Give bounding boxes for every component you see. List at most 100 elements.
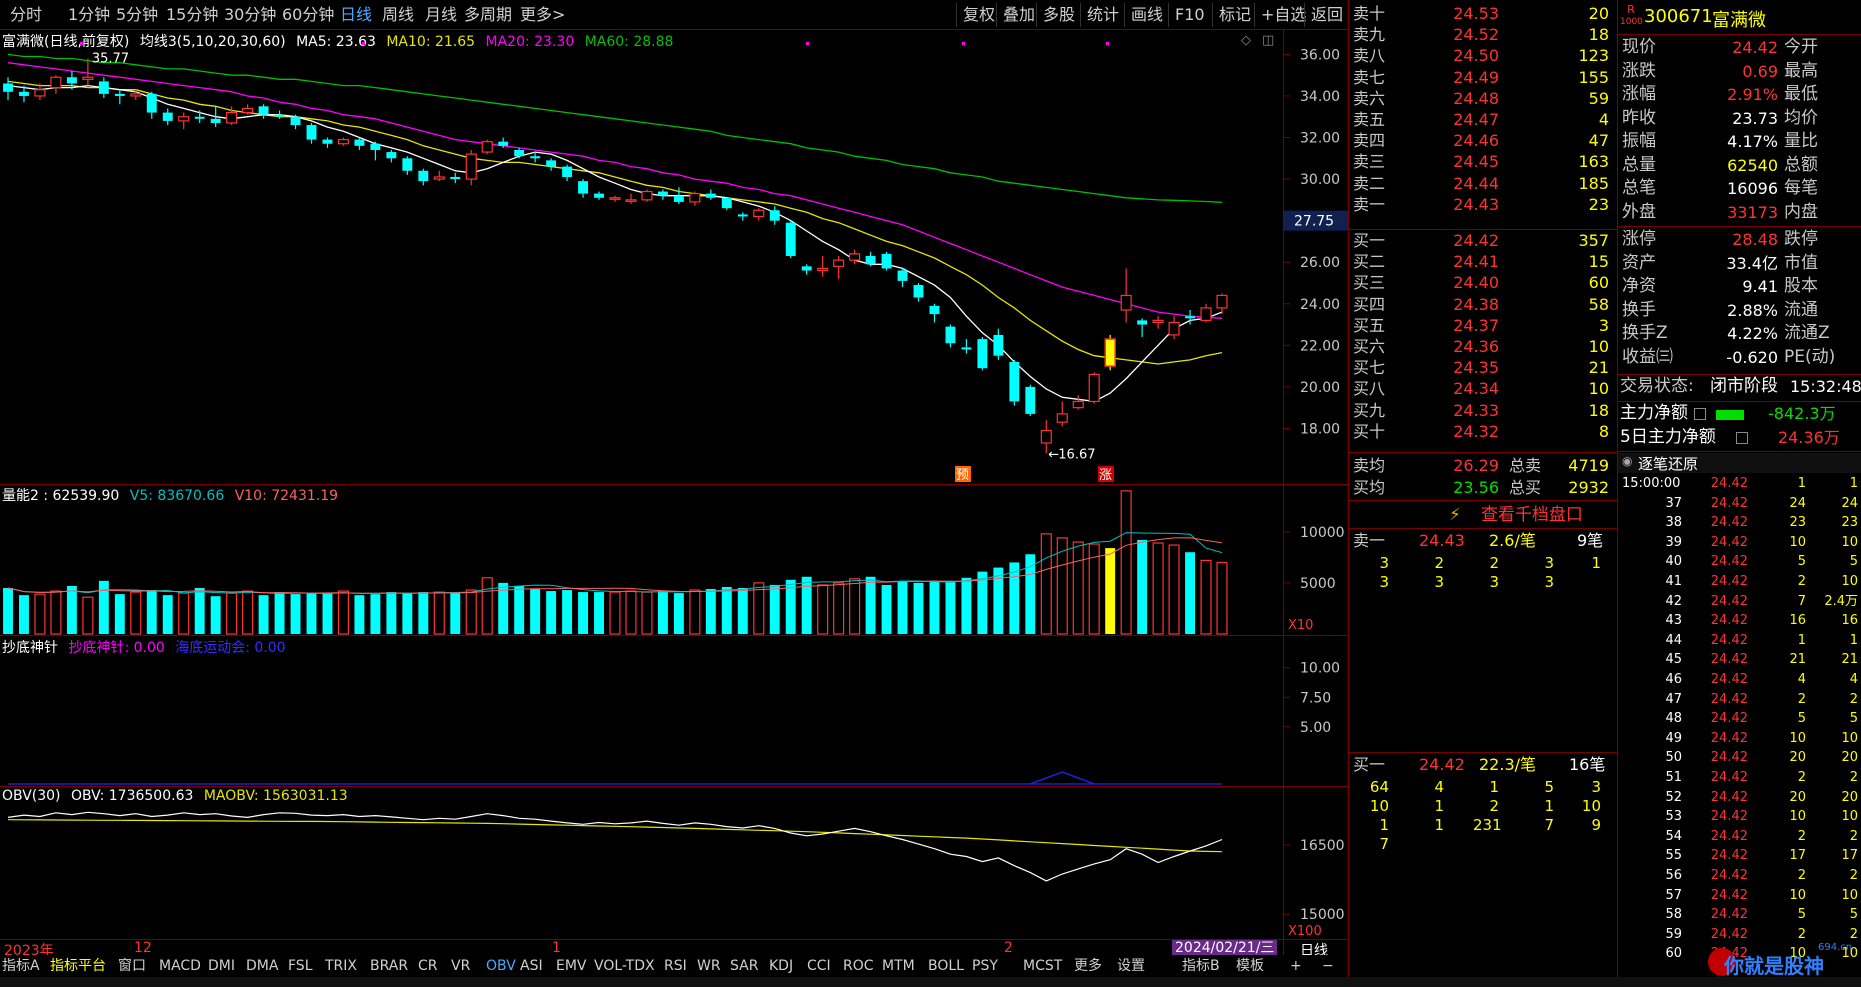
volume-chart[interactable]: 10000 5000 X10 <box>0 484 1348 635</box>
volume-bar <box>1216 561 1228 635</box>
candlestick-chart[interactable]: 36.0034.0032.0030.0028.0026.0024.0022.00… <box>0 30 1348 484</box>
ticks-header[interactable]: ◉ 逐笔还原 <box>1618 453 1861 473</box>
ask-row[interactable]: 卖三 24.45 163 <box>1349 151 1615 172</box>
bid-row[interactable]: 买四 24.38 58 <box>1349 294 1615 315</box>
tick-row: 54 24.42 2 2 <box>1618 827 1861 846</box>
chaodi-chart[interactable]: 10.00 7.50 5.00 <box>0 636 1348 786</box>
indicator-tab[interactable]: CR <box>418 957 438 975</box>
ask-row[interactable]: 卖七 24.49 155 <box>1349 67 1615 88</box>
indicator-tab[interactable]: DMA <box>246 957 278 975</box>
candle-body <box>673 195 684 202</box>
indicator-tab[interactable]: VR <box>451 957 470 975</box>
queue-cell: 7 <box>1379 835 1389 853</box>
indicator-tab-right[interactable]: 模板 <box>1236 957 1264 975</box>
tick-volume: 17 <box>1789 848 1806 864</box>
ask-row[interactable]: 卖一 24.43 23 <box>1349 194 1615 215</box>
bid-row[interactable]: 买七 24.35 21 <box>1349 357 1615 378</box>
ask-row[interactable]: 卖二 24.44 185 <box>1349 173 1615 194</box>
indicator-tab[interactable]: TRIX <box>325 957 357 975</box>
stock-name: 富满微 <box>1712 10 1766 31</box>
indicator-tab[interactable]: FSL <box>288 957 313 975</box>
back-button[interactable]: 返回 <box>1304 3 1349 27</box>
period-tab-monthly[interactable]: 月线 <box>425 4 457 26</box>
bid-row[interactable]: 买八 24.34 10 <box>1349 378 1615 399</box>
candle-body <box>50 76 62 89</box>
info-box-icon[interactable] <box>1694 408 1706 420</box>
indicator-tab[interactable]: KDJ <box>769 957 793 975</box>
bid-row[interactable]: 买六 24.36 10 <box>1349 336 1615 357</box>
indicator-tab-right[interactable]: − <box>1322 957 1334 975</box>
ask-row[interactable]: 卖八 24.50 123 <box>1349 45 1615 66</box>
ask-row[interactable]: 卖五 24.47 4 <box>1349 109 1615 130</box>
period-tab-daily[interactable]: 日线 <box>340 4 372 26</box>
indicator-tab[interactable]: EMV <box>556 957 587 975</box>
indicator-tab[interactable]: WR <box>697 957 721 975</box>
indicator-tab[interactable]: OBV <box>486 957 516 975</box>
indicator-tab[interactable]: 更多 <box>1074 957 1102 975</box>
mark-button[interactable]: 标记 <box>1212 3 1257 27</box>
indicator-tab[interactable]: MACD <box>159 957 201 975</box>
statistics-button[interactable]: 统计 <box>1080 3 1125 27</box>
indicator-tab[interactable]: RSI <box>664 957 687 975</box>
period-tab-30min[interactable]: 30分钟 <box>224 4 276 26</box>
avg-sell-row: 卖均 26.29 总卖 4719 <box>1349 455 1615 476</box>
view-1000-depth-link[interactable]: ⚡ 查看千档盘口 <box>1449 503 1583 527</box>
indicator-tab[interactable]: DMI <box>208 957 235 975</box>
overlay-button[interactable]: 叠加 <box>996 3 1041 27</box>
tick-row: 43 24.42 16 16 <box>1618 611 1861 630</box>
bid-row[interactable]: 买十 24.32 8 <box>1349 421 1615 442</box>
volume-bar <box>641 591 653 635</box>
indicator-tab[interactable]: ROC <box>843 957 874 975</box>
collapse-icon[interactable]: ◉ <box>1622 454 1632 468</box>
candle-body <box>418 170 429 182</box>
bid-row[interactable]: 买五 24.37 3 <box>1349 315 1615 336</box>
indicator-tab[interactable]: BOLL <box>928 957 964 975</box>
period-tab-intraday[interactable]: 分时 <box>10 4 42 26</box>
period-tab-weekly[interactable]: 周线 <box>382 4 414 26</box>
quote-row: 换手Z 4.22% 流通Z <box>1618 323 1861 346</box>
indicator-tab[interactable]: ASI <box>520 957 543 975</box>
tick-row: 51 24.42 2 2 <box>1618 768 1861 787</box>
draw-line-button[interactable]: 画线 <box>1124 3 1169 27</box>
ask-volume: 123 <box>1578 46 1609 66</box>
info-divider <box>1618 374 1861 375</box>
ask-row[interactable]: 卖九 24.52 18 <box>1349 24 1615 45</box>
bid-row[interactable]: 买一 24.42 357 <box>1349 230 1615 251</box>
indicator-tab[interactable]: 指标A <box>2 957 40 975</box>
period-tab-5min[interactable]: 5分钟 <box>116 4 158 26</box>
indicator-tab[interactable]: MTM <box>882 957 915 975</box>
adjust-button[interactable]: 复权 <box>956 3 1001 27</box>
f10-button[interactable]: F10 <box>1168 3 1211 27</box>
ask-row[interactable]: 卖十 24.53 20 <box>1349 3 1615 24</box>
indicator-tab[interactable]: 窗口 <box>118 957 146 975</box>
indicator-tab[interactable]: 指标平台 <box>50 957 106 975</box>
bid-row[interactable]: 买三 24.40 60 <box>1349 272 1615 293</box>
indicator-tab[interactable]: SAR <box>730 957 758 975</box>
y-tick-label: 7.50 <box>1300 690 1331 706</box>
period-tab-multi[interactable]: 多周期 <box>464 4 512 26</box>
tick-row: 38 24.42 23 23 <box>1618 513 1861 532</box>
info-box-icon[interactable] <box>1736 432 1748 444</box>
volume-bar <box>737 588 748 634</box>
indicator-tab[interactable]: PSY <box>972 957 998 975</box>
period-tab-60min[interactable]: 60分钟 <box>282 4 334 26</box>
indicator-tab[interactable]: BRAR <box>370 957 408 975</box>
period-tab-1min[interactable]: 1分钟 <box>68 4 110 26</box>
candle-body <box>465 153 477 180</box>
multi-stock-button[interactable]: 多股 <box>1036 3 1081 27</box>
period-tab-15min[interactable]: 15分钟 <box>166 4 218 26</box>
period-tab-more[interactable]: 更多> <box>520 4 565 26</box>
ask-row[interactable]: 卖六 24.48 59 <box>1349 88 1615 109</box>
bid-row[interactable]: 买二 24.41 15 <box>1349 251 1615 272</box>
indicator-tab-right[interactable]: 指标B <box>1182 957 1220 975</box>
candle-body <box>1216 294 1228 309</box>
indicator-tab[interactable]: VOL-TDX <box>594 957 655 975</box>
obv-chart[interactable]: 16500 15000X100 <box>0 787 1348 939</box>
bid-row[interactable]: 买九 24.33 18 <box>1349 400 1615 421</box>
indicator-tab[interactable]: 设置 <box>1117 957 1145 975</box>
ask-row[interactable]: 卖四 24.46 47 <box>1349 130 1615 151</box>
ask-label: 卖六 <box>1353 88 1386 108</box>
indicator-tab[interactable]: MCST <box>1023 957 1062 975</box>
indicator-tab[interactable]: CCI <box>807 957 831 975</box>
indicator-tab-right[interactable]: + <box>1290 957 1302 975</box>
